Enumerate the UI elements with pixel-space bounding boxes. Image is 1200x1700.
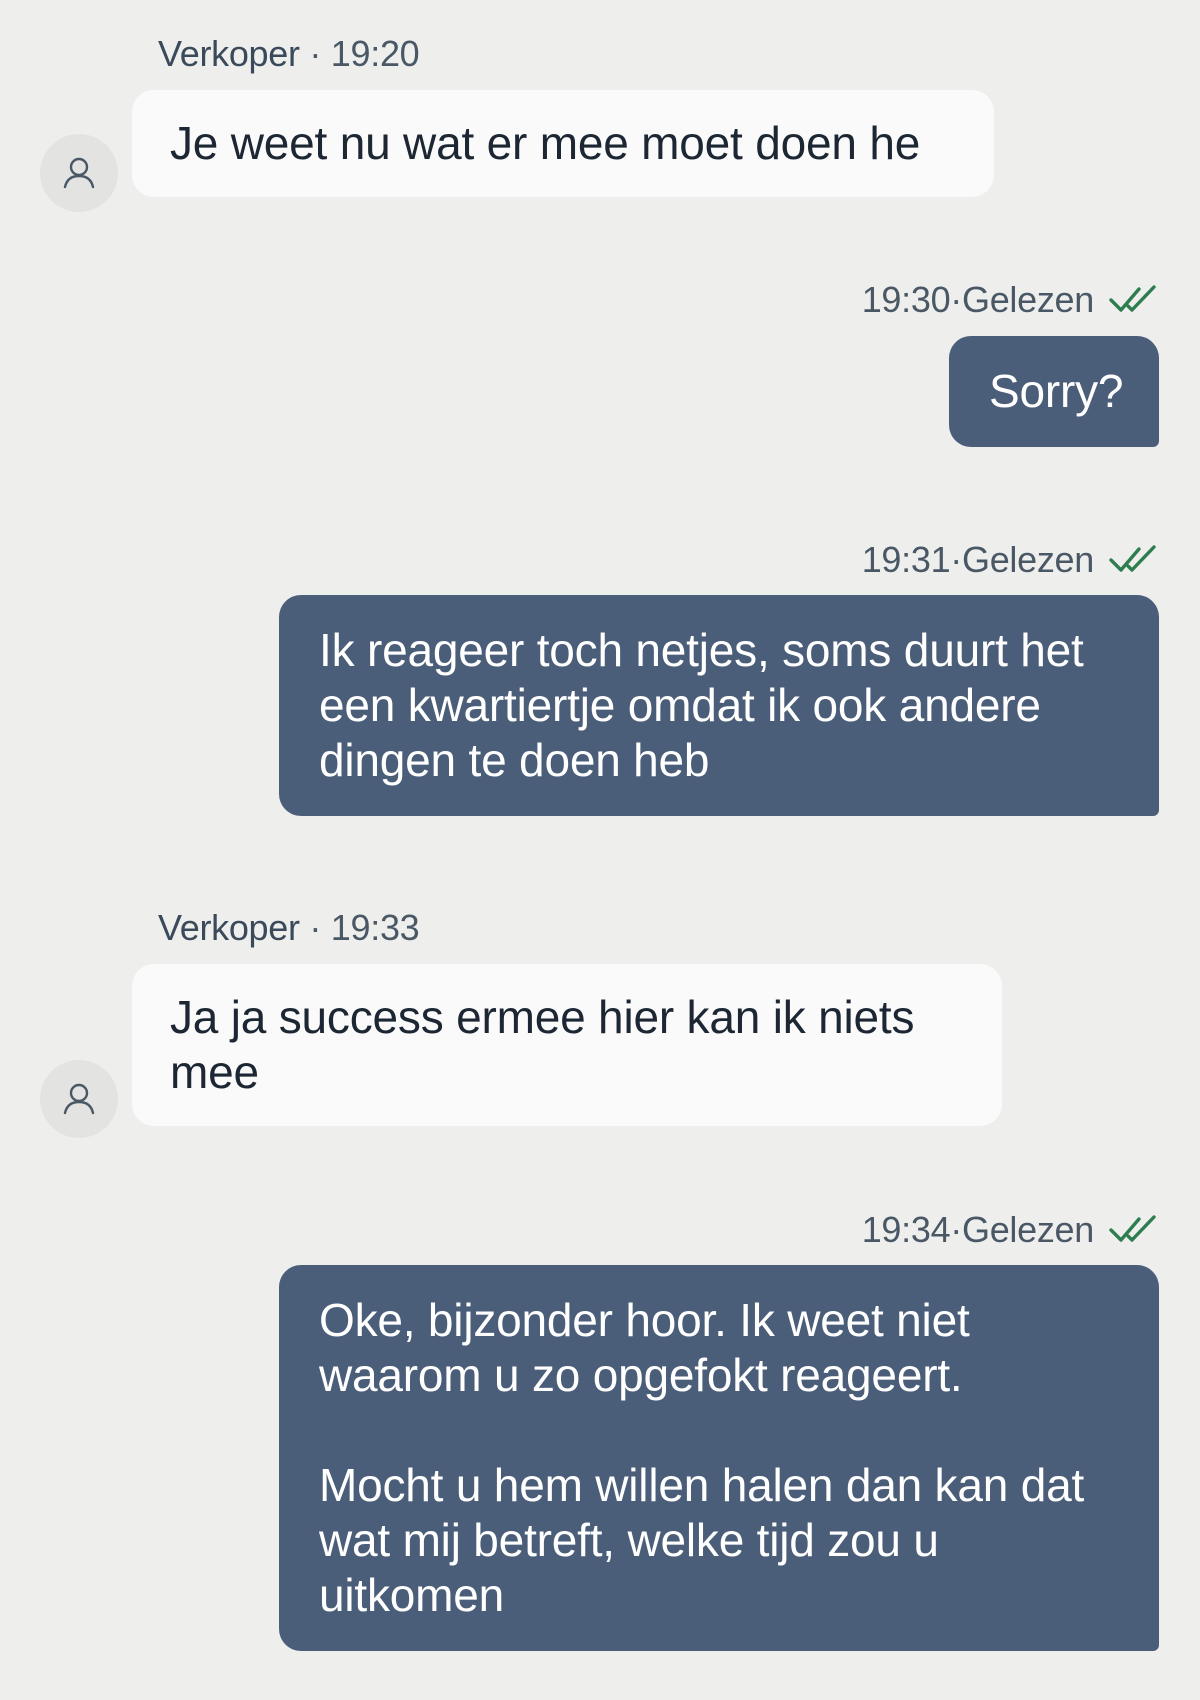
meta-separator: · (950, 539, 962, 580)
sender-name: Verkoper (158, 33, 300, 74)
message-text: Je weet nu wat er mee moet doen he (170, 117, 921, 169)
user-icon (63, 157, 95, 189)
message-time: 19:34 (861, 1209, 951, 1250)
read-status: Gelezen (962, 539, 1094, 580)
message-bubble-incoming[interactable]: Ja ja success ermee hier kan ik niets me… (132, 964, 1002, 1126)
message-text: Mocht u hem willen halen dan kan dat wat… (319, 1459, 1085, 1621)
meta-separator: · (950, 279, 962, 320)
message-text: Oke, bijzonder hoor. Ik weet niet waarom… (319, 1294, 970, 1401)
avatar[interactable] (40, 1060, 118, 1138)
message-meta: 19:31 · Gelezen (862, 539, 1160, 581)
message-meta: 19:34 · Gelezen (862, 1209, 1160, 1251)
double-check-icon (1109, 1215, 1156, 1242)
message-meta: 19:30 · Gelezen (862, 279, 1160, 321)
message-meta: Verkoper · 19:33 (158, 907, 420, 949)
read-status: Gelezen (962, 279, 1094, 320)
user-icon (63, 1083, 95, 1115)
message-text: Ja ja success ermee hier kan ik niets me… (170, 991, 915, 1098)
message-time: 19:31 (861, 539, 951, 580)
message-time: 19:33 (330, 907, 420, 948)
meta-separator: · (299, 907, 331, 948)
message-text: Ik reageer toch netjes, soms duurt het e… (319, 624, 1084, 786)
message-bubble-outgoing[interactable]: Oke, bijzonder hoor. Ik weet niet waarom… (279, 1265, 1159, 1651)
chat-thread: Verkoper · 19:20 Je weet nu wat er mee m… (0, 0, 1200, 1700)
sender-name: Verkoper (158, 907, 300, 948)
message-time: 19:30 (861, 279, 951, 320)
double-check-icon (1109, 285, 1156, 312)
message-bubble-incoming[interactable]: Je weet nu wat er mee moet doen he (132, 90, 994, 197)
meta-separator: · (299, 33, 331, 74)
meta-separator: · (950, 1209, 962, 1250)
message-text: Sorry? (989, 365, 1124, 417)
message-bubble-outgoing[interactable]: Ik reageer toch netjes, soms duurt het e… (279, 595, 1159, 816)
message-time: 19:20 (330, 33, 420, 74)
message-bubble-outgoing[interactable]: Sorry? (949, 336, 1159, 447)
double-check-icon (1109, 545, 1156, 572)
avatar[interactable] (40, 134, 118, 212)
read-status: Gelezen (962, 1209, 1094, 1250)
message-meta: Verkoper · 19:20 (158, 33, 420, 75)
